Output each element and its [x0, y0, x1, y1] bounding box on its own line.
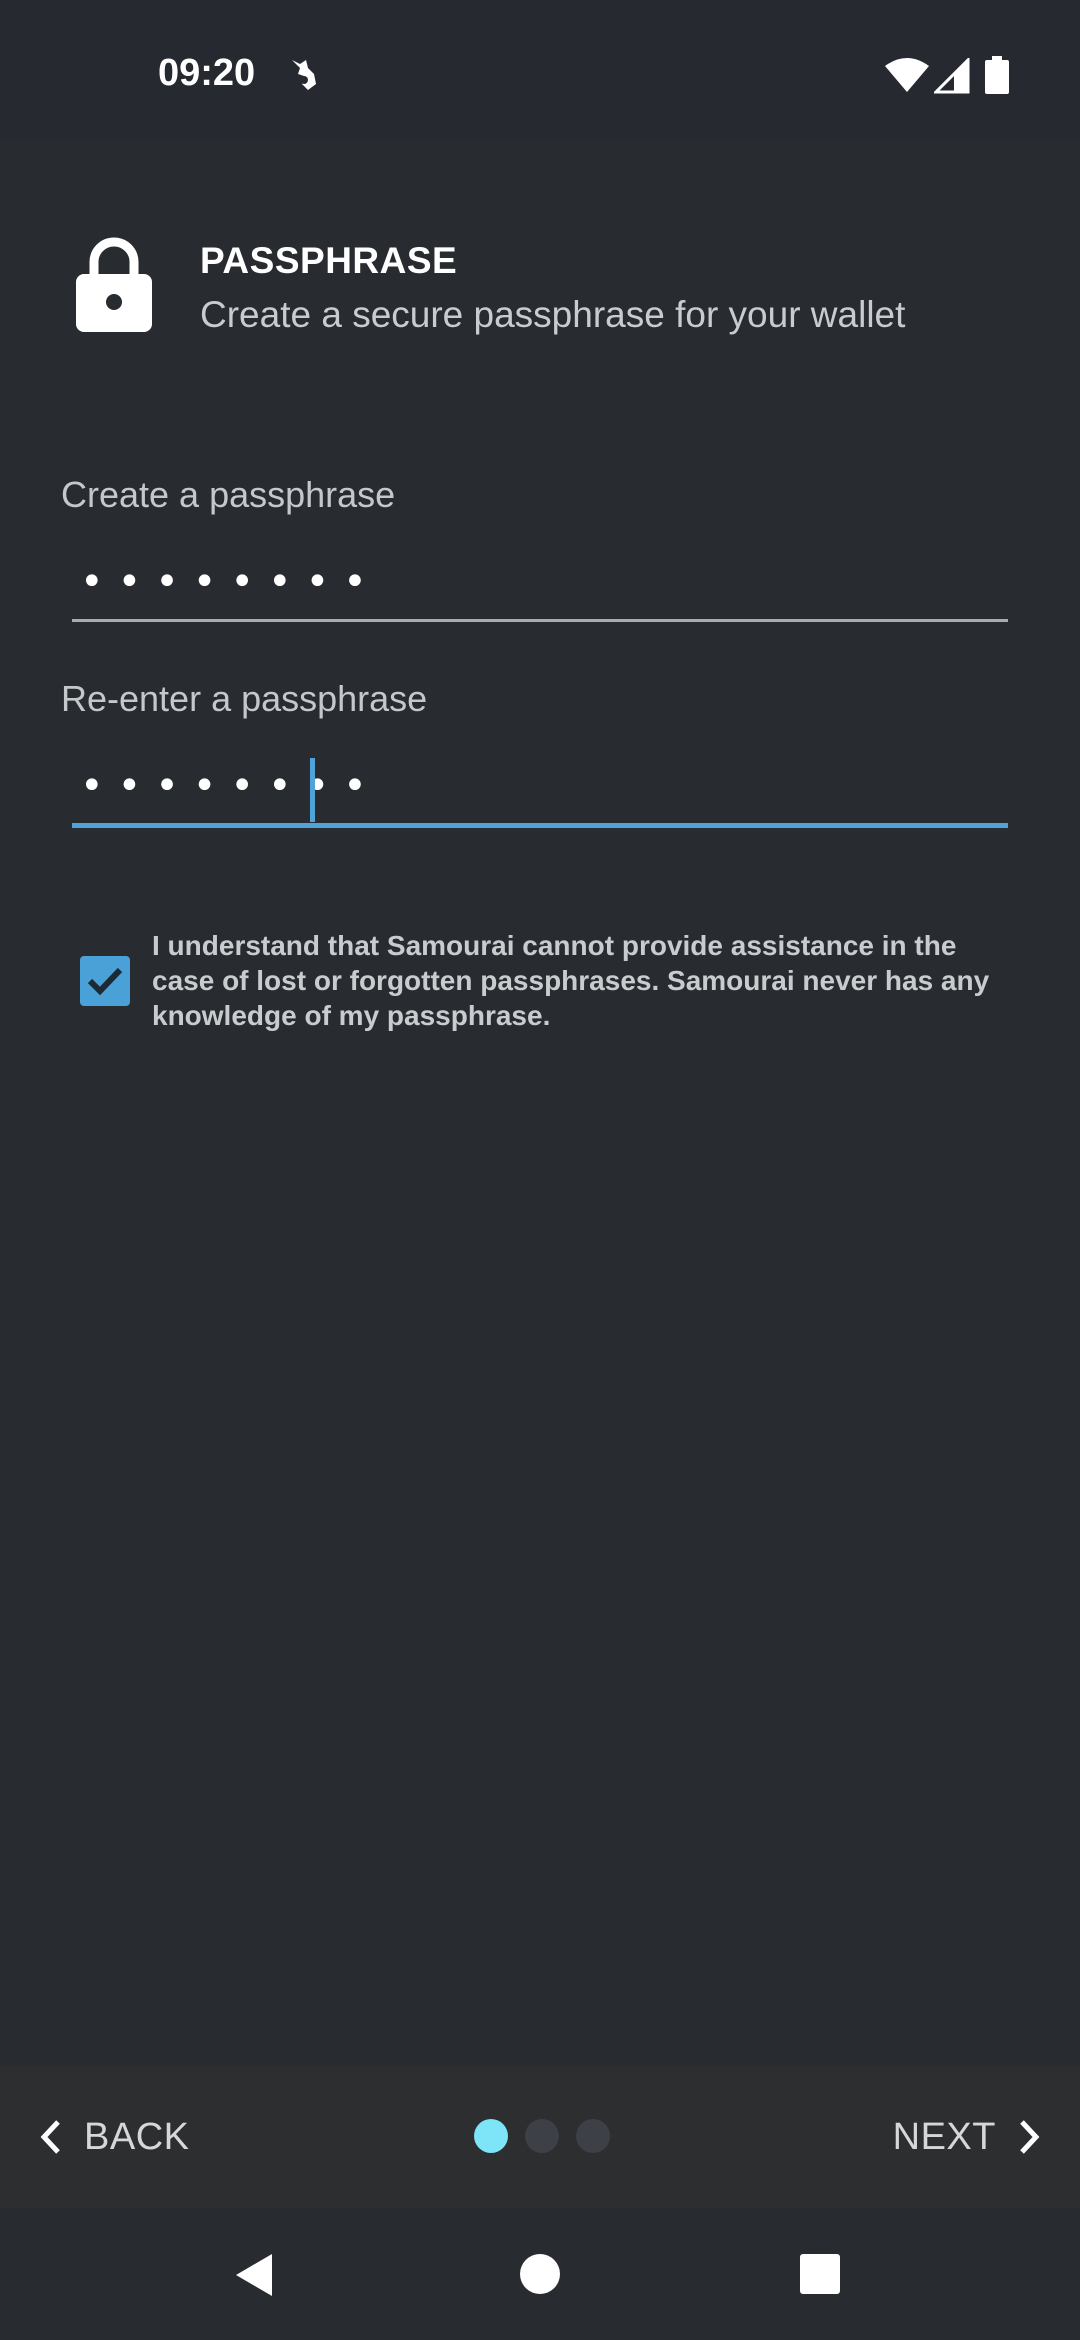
bottom-navigation-bar: BACK NEXT [0, 2066, 1080, 2208]
passphrase-screen: 09:20 PASSPHRASE Create a secure passphr… [0, 0, 1080, 2340]
consent-checkbox[interactable] [80, 956, 130, 1006]
chevron-right-icon [1020, 2120, 1040, 2154]
step-indicator [474, 2119, 610, 2153]
back-button-label: BACK [84, 2115, 190, 2158]
reenter-passphrase-label: Re-enter a passphrase [61, 678, 428, 719]
nav-back-icon[interactable] [234, 2252, 274, 2298]
next-button-label: NEXT [892, 2115, 996, 2158]
back-button[interactable]: BACK [38, 2066, 189, 2208]
checkmark-icon [87, 967, 123, 996]
reenter-passphrase-underline [72, 823, 1008, 828]
consent-text: I understand that Samourai cannot provid… [152, 930, 990, 1031]
status-time: 09:20 [158, 52, 256, 94]
page-title: PASSPHRASE [200, 240, 458, 281]
signal-icon [934, 58, 970, 94]
reenter-passphrase-field[interactable]: •••••••• [72, 756, 1008, 828]
step-dot-2 [525, 2119, 559, 2153]
status-bar: 09:20 [0, 0, 1080, 140]
battery-icon [985, 56, 1009, 94]
nav-home-icon[interactable] [520, 2254, 560, 2294]
nav-recents-icon[interactable] [800, 2254, 840, 2294]
create-passphrase-value: •••••••• [80, 559, 381, 605]
wifi-icon [885, 58, 929, 92]
page-subtitle: Create a secure passphrase for your wall… [200, 294, 906, 335]
system-navigation-bar [0, 2208, 1080, 2340]
next-button[interactable]: NEXT [893, 2066, 1042, 2208]
chevron-left-icon [40, 2120, 60, 2154]
step-dot-1 [474, 2119, 508, 2153]
samourai-app-icon [292, 60, 316, 90]
text-cursor [310, 758, 315, 822]
lock-icon [76, 237, 152, 332]
reenter-passphrase-value: •••••••• [80, 763, 381, 809]
create-passphrase-field[interactable]: •••••••• [72, 552, 1008, 622]
step-dot-3 [576, 2119, 610, 2153]
create-passphrase-underline [72, 619, 1008, 622]
create-passphrase-label: Create a passphrase [61, 474, 396, 515]
